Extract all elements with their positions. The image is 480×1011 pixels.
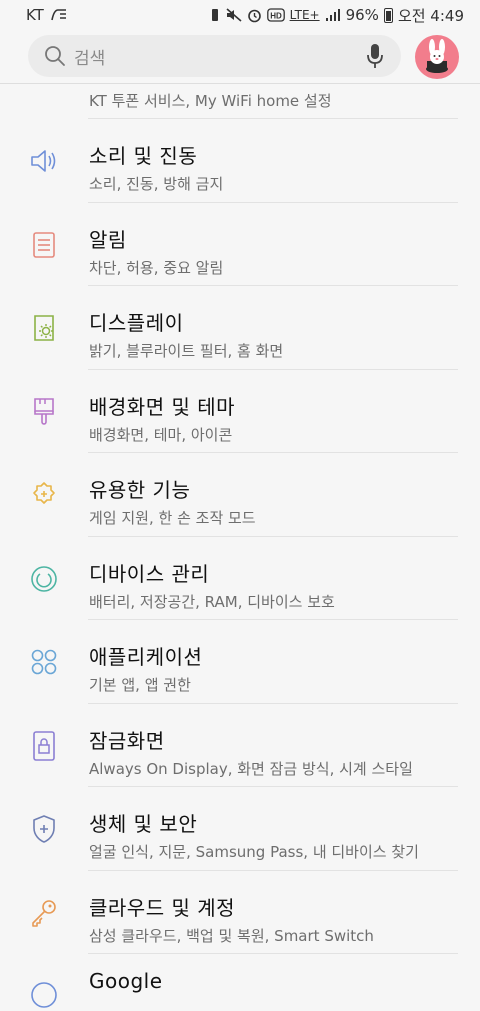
battery-percent: 96% [345,6,379,24]
settings-item-title: 유용한 기능 [89,478,191,502]
key-icon [28,897,60,929]
apps-icon [28,646,60,678]
settings-item-subtitle: Always On Display, 화면 잠금 방식, 시계 스타일 [89,759,413,778]
puzzle-gear-icon [28,479,60,511]
lock-screen-icon [28,730,60,762]
settings-item-apps[interactable]: 애플리케이션 기본 앱, 앱 권한 [0,619,480,704]
settings-item-subtitle: 삼성 클라우드, 백업 및 복원, Smart Switch [89,926,374,945]
settings-item-subtitle: 밝기, 블루라이트 필터, 홈 화면 [89,342,284,360]
settings-item-title: 소리 및 진동 [89,144,198,168]
settings-item-cloud-accounts[interactable]: 클라우드 및 계정 삼성 클라우드, 백업 및 복원, Smart Switch [0,870,480,954]
settings-item-title: 클라우드 및 계정 [89,895,236,920]
shield-icon [28,813,60,845]
profile-avatar[interactable] [415,35,459,79]
search-icon [42,43,68,69]
vibrate-icon [211,9,218,21]
device-care-icon [28,563,60,595]
google-icon [28,979,60,1011]
settings-item-display[interactable]: 디스플레이 밝기, 블루라이트 필터, 홈 화면 [0,285,480,370]
hd-voice-icon: HD [266,8,285,22]
settings-item-connections[interactable]: KT 투폰 서비스, My WiFi home 설정 [0,84,480,119]
network-type-label: LTE+ [289,8,320,22]
settings-item-subtitle: 배경화면, 테마, 아이콘 [89,425,233,444]
settings-item-subtitle: 얼굴 인식, 지문, Samsung Pass, 내 디바이스 찾기 [89,843,419,861]
settings-item-google[interactable]: Google [0,953,480,1008]
search-bar[interactable]: 검색 [28,35,401,77]
svg-text:HD: HD [270,12,282,21]
settings-item-title: 생체 및 보안 [89,812,198,836]
settings-list: KT 투폰 서비스, My WiFi home 설정 소리 및 진동 소리, 진… [0,84,480,1008]
display-icon [28,312,60,344]
settings-item-subtitle: 차단, 허용, 중요 알림 [89,258,224,277]
signal-icon [325,9,340,21]
settings-item-title: 디바이스 관리 [89,561,210,586]
status-bar-right: HD LTE+ 96% 오전 4:49 [209,5,464,26]
settings-item-wallpaper-themes[interactable]: 배경화면 및 테마 배경화면, 테마, 아이콘 [0,369,480,453]
notification-icon [28,229,60,261]
clock: 오전 4:49 [397,6,464,25]
settings-item-notifications[interactable]: 알림 차단, 허용, 중요 알림 [0,202,480,286]
settings-item-title: Google [89,969,163,993]
settings-item-sound[interactable]: 소리 및 진동 소리, 진동, 방해 금지 [0,118,480,203]
settings-item-subtitle: KT 투폰 서비스, My WiFi home 설정 [89,92,332,110]
paintbrush-icon [28,396,60,428]
status-bar: KT HD LTE+ 96% 오전 4:49 [0,0,480,30]
carrier-label: KT [26,6,44,24]
settings-item-subtitle: 기본 앱, 앱 권한 [89,676,191,694]
settings-item-title: 알림 [89,227,127,252]
settings-item-lock-screen[interactable]: 잠금화면 Always On Display, 화면 잠금 방식, 시계 스타일 [0,703,480,787]
settings-item-biometrics-security[interactable]: 생체 및 보안 얼굴 인식, 지문, Samsung Pass, 내 디바이스 … [0,786,480,871]
battery-icon [383,7,393,23]
call-settings-icon [51,9,66,21]
search-input[interactable]: 검색 [74,44,363,69]
microphone-icon[interactable] [363,42,387,70]
status-bar-left: KT [26,6,68,24]
mute-icon [226,8,242,22]
settings-item-subtitle: 소리, 진동, 방해 금지 [89,175,224,193]
settings-item-title: 배경화면 및 테마 [89,394,236,419]
settings-item-title: 디스플레이 [89,311,184,335]
alarm-icon [247,9,261,22]
settings-item-subtitle: 게임 지원, 한 손 조작 모드 [89,509,256,527]
settings-item-title: 애플리케이션 [89,645,203,669]
settings-item-subtitle: 배터리, 저장공간, RAM, 디바이스 보호 [89,592,335,611]
settings-item-title: 잠금화면 [89,728,165,753]
settings-item-device-care[interactable]: 디바이스 관리 배터리, 저장공간, RAM, 디바이스 보호 [0,536,480,620]
settings-item-advanced-features[interactable]: 유용한 기능 게임 지원, 한 손 조작 모드 [0,452,480,537]
speaker-icon [28,145,60,177]
